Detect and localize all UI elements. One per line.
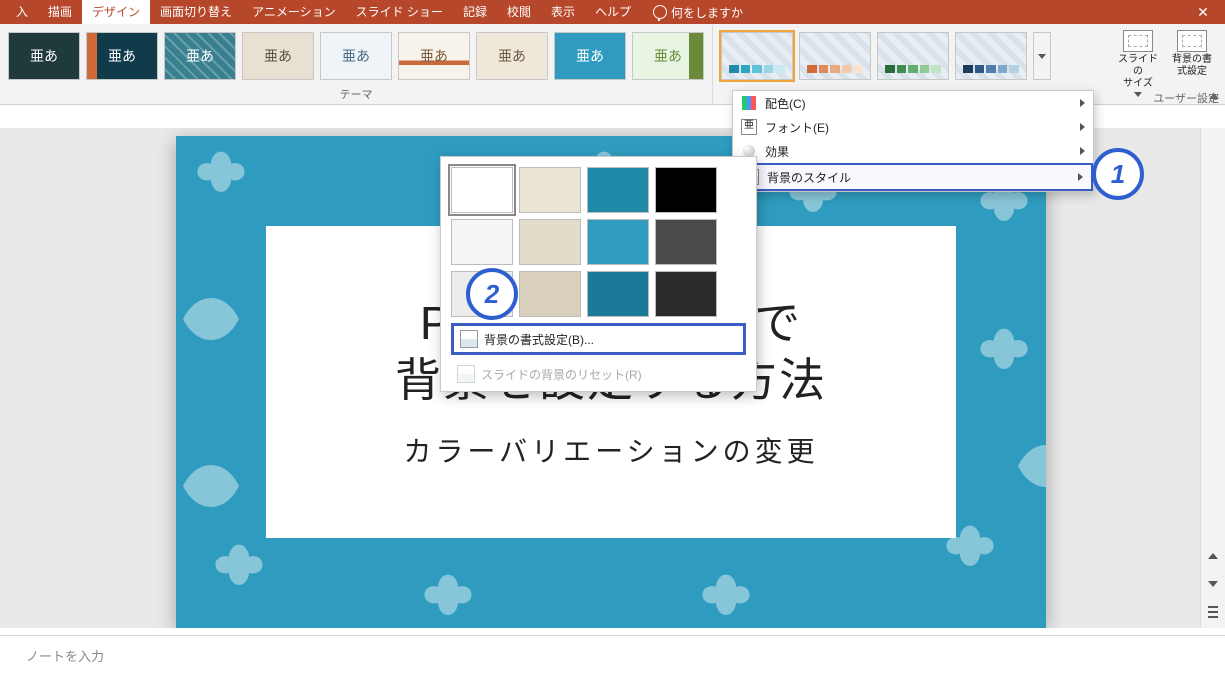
tab-design[interactable]: デザイン bbox=[82, 0, 150, 24]
theme-thumb-6[interactable]: 亜あ bbox=[476, 32, 548, 80]
group-themes: 亜あ亜あ亜あ亜あ亜あ亜あ亜あ亜あ亜あ テーマ bbox=[0, 24, 712, 104]
petal-icon bbox=[976, 323, 1032, 379]
tab-insert-partial[interactable]: 入 bbox=[6, 0, 38, 24]
theme-thumb-1[interactable]: 亜あ bbox=[86, 32, 158, 80]
menu-item-background-styles[interactable]: 背景のスタイル bbox=[733, 163, 1093, 191]
leaf-icon bbox=[176, 451, 246, 491]
chevron-up-icon bbox=[1209, 93, 1219, 99]
ribbon-tabs: 入 描画 デザイン 画面切り替え アニメーション スライド ショー 記録 校閲 … bbox=[0, 0, 1225, 24]
bg-swatch-4[interactable] bbox=[451, 219, 513, 265]
bg-swatch-6[interactable] bbox=[587, 219, 649, 265]
bg-swatch-3[interactable] bbox=[655, 167, 717, 213]
vertical-scroll-strip bbox=[1200, 128, 1225, 628]
variant-gallery[interactable] bbox=[713, 24, 1059, 80]
notes-pane[interactable]: ノートを入力 bbox=[0, 635, 1225, 674]
bg-swatch-7[interactable] bbox=[655, 219, 717, 265]
petal-icon bbox=[193, 146, 249, 202]
variant-more-button[interactable] bbox=[1033, 32, 1051, 80]
next-slide-button[interactable] bbox=[1202, 574, 1224, 594]
menu-item-effects-label: 効果 bbox=[765, 143, 789, 160]
tab-view[interactable]: 表示 bbox=[541, 0, 585, 24]
menu-item-colors-label: 配色(C) bbox=[765, 95, 806, 112]
menu-item-fonts[interactable]: 亜 フォント(E) bbox=[733, 115, 1093, 139]
bg-swatch-5[interactable] bbox=[519, 219, 581, 265]
submenu-arrow-icon bbox=[1080, 123, 1085, 131]
variant-dropdown-menu: 配色(C) 亜 フォント(E) 効果 背景のスタイル bbox=[732, 90, 1094, 192]
variant-thumb-1[interactable] bbox=[799, 32, 871, 80]
popout-format-background-label: 背景の書式設定(B)... bbox=[484, 331, 594, 348]
colors-icon bbox=[741, 95, 757, 111]
variant-thumb-2[interactable] bbox=[877, 32, 949, 80]
triangle-down-icon bbox=[1208, 581, 1218, 587]
popout-reset-background-label: スライドの背景のリセット(R) bbox=[481, 366, 642, 383]
variant-thumb-0[interactable] bbox=[721, 32, 793, 80]
variant-thumb-3[interactable] bbox=[955, 32, 1027, 80]
menu-item-background-styles-label: 背景のスタイル bbox=[767, 169, 851, 186]
theme-thumb-5[interactable]: 亜あ bbox=[398, 32, 470, 80]
slide-size-label: スライドの サイズ bbox=[1115, 54, 1161, 90]
menu-item-colors[interactable]: 配色(C) bbox=[733, 91, 1093, 115]
ribbon-collapse-button[interactable] bbox=[1203, 88, 1225, 104]
submenu-arrow-icon bbox=[1080, 147, 1085, 155]
bulb-icon bbox=[653, 5, 667, 19]
leaf-icon bbox=[1011, 431, 1046, 471]
slide-subtitle-text[interactable]: カラーバリエーションの変更 bbox=[403, 430, 818, 470]
theme-thumb-3[interactable]: 亜あ bbox=[242, 32, 314, 80]
bg-swatch-0[interactable] bbox=[451, 167, 513, 213]
submenu-arrow-icon bbox=[1080, 99, 1085, 107]
tab-help[interactable]: ヘルプ bbox=[585, 0, 641, 24]
chevron-down-icon bbox=[1134, 92, 1142, 97]
prev-slide-button[interactable] bbox=[1202, 546, 1224, 566]
close-icon: ✕ bbox=[1197, 4, 1209, 21]
bg-swatch-9[interactable] bbox=[519, 271, 581, 317]
theme-gallery[interactable]: 亜あ亜あ亜あ亜あ亜あ亜あ亜あ亜あ亜あ bbox=[0, 24, 712, 80]
petal-icon bbox=[420, 569, 476, 625]
bg-swatch-10[interactable] bbox=[587, 271, 649, 317]
window-close-button[interactable]: ✕ bbox=[1181, 0, 1225, 24]
petal-icon bbox=[698, 569, 754, 625]
menu-item-fonts-label: フォント(E) bbox=[765, 119, 829, 136]
menu-item-effects[interactable]: 効果 bbox=[733, 139, 1093, 163]
bg-swatch-1[interactable] bbox=[519, 167, 581, 213]
theme-thumb-7[interactable]: 亜あ bbox=[554, 32, 626, 80]
fonts-icon: 亜 bbox=[741, 119, 757, 135]
tell-me-search[interactable]: 何をしますか bbox=[653, 4, 743, 21]
format-bg-icon bbox=[460, 330, 478, 348]
group-themes-label: テーマ bbox=[0, 80, 712, 102]
format-background-icon bbox=[1177, 30, 1207, 52]
bg-swatch-2[interactable] bbox=[587, 167, 649, 213]
tab-draw[interactable]: 描画 bbox=[38, 0, 82, 24]
bg-swatch-11[interactable] bbox=[655, 271, 717, 317]
submenu-arrow-icon bbox=[1078, 173, 1083, 181]
tab-review[interactable]: 校閲 bbox=[497, 0, 541, 24]
notes-placeholder: ノートを入力 bbox=[26, 646, 104, 665]
popout-reset-background: スライドの背景のリセット(R) bbox=[451, 361, 746, 387]
leaf-icon bbox=[176, 284, 246, 324]
theme-thumb-2[interactable]: 亜あ bbox=[164, 32, 236, 80]
chevron-down-icon bbox=[1038, 54, 1046, 59]
theme-thumb-8[interactable]: 亜あ bbox=[632, 32, 704, 80]
tab-record[interactable]: 記録 bbox=[453, 0, 497, 24]
theme-thumb-0[interactable]: 亜あ bbox=[8, 32, 80, 80]
theme-thumb-4[interactable]: 亜あ bbox=[320, 32, 392, 80]
format-background-label: 背景の書 式設定 bbox=[1172, 54, 1212, 78]
callout-2: 2 bbox=[466, 268, 518, 320]
slide-size-icon bbox=[1123, 30, 1153, 52]
reset-bg-icon bbox=[457, 365, 475, 383]
callout-1: 1 bbox=[1092, 148, 1144, 200]
tab-animations[interactable]: アニメーション bbox=[242, 0, 346, 24]
tell-me-label: 何をしますか bbox=[671, 4, 743, 21]
tab-slideshow[interactable]: スライド ショー bbox=[346, 0, 453, 24]
popout-format-background[interactable]: 背景の書式設定(B)... bbox=[451, 323, 746, 355]
triangle-up-icon bbox=[1208, 553, 1218, 559]
bars-icon bbox=[1208, 606, 1218, 618]
slide-browse-button[interactable] bbox=[1202, 602, 1224, 622]
petal-icon bbox=[211, 539, 267, 595]
tab-transitions[interactable]: 画面切り替え bbox=[150, 0, 242, 24]
